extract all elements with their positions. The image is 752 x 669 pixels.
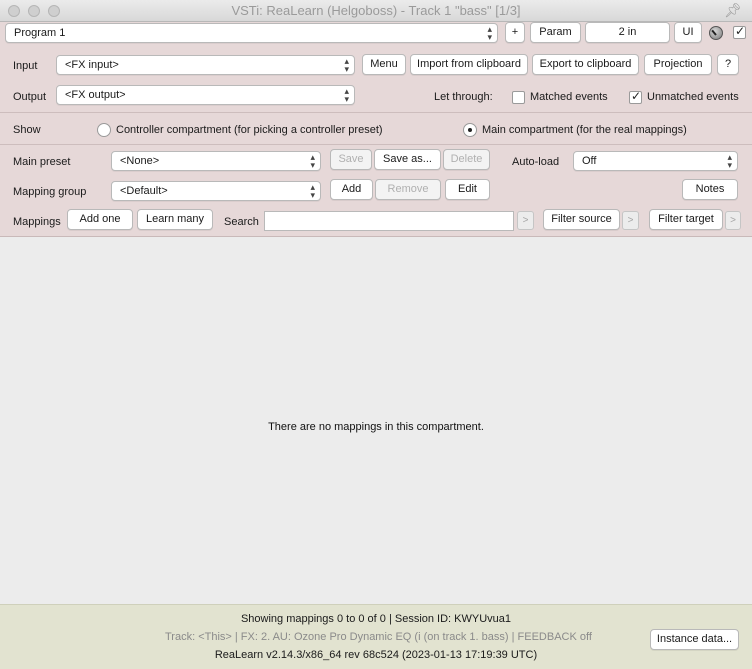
window-title: VSTi: ReaLearn (Helgoboss) - Track 1 "ba… — [231, 3, 521, 18]
param-button[interactable]: Param — [530, 22, 581, 43]
chevron-updown-icon: ▴ ▾ — [487, 24, 492, 42]
checkmark-icon: ✓ — [735, 24, 746, 38]
pin-icon[interactable]: 📌︎ — [724, 2, 742, 19]
delete-preset-button[interactable]: Delete — [443, 149, 490, 170]
matched-events-label: Matched events — [530, 91, 608, 103]
chevron-updown-icon: ▴ ▾ — [310, 182, 315, 200]
main-compartment-radio[interactable] — [463, 123, 477, 137]
notes-button[interactable]: Notes — [682, 179, 738, 200]
radio-dot-icon — [468, 128, 472, 132]
search-label: Search — [224, 216, 259, 228]
program-value: Program 1 — [14, 27, 66, 39]
input-select[interactable]: <FX input> ▴ ▾ — [56, 55, 355, 75]
mappings-summary: Showing mappings 0 to 0 of 0 | Session I… — [240, 613, 512, 625]
controller-compartment-label: Controller compartment (for picking a co… — [116, 124, 383, 136]
knob-icon[interactable] — [709, 26, 723, 40]
learn-many-button[interactable]: Learn many — [137, 209, 213, 230]
bypass-checkbox[interactable]: ✓ — [733, 24, 746, 39]
search-input[interactable] — [264, 211, 514, 231]
let-through-label: Let through: — [434, 91, 493, 103]
input-label: Input — [13, 60, 38, 72]
filter-target-arrow-button[interactable]: > — [725, 211, 741, 230]
status-footer: Showing mappings 0 to 0 of 0 | Session I… — [0, 604, 752, 669]
output-label: Output — [13, 91, 47, 103]
main-compartment-label: Main compartment (for the real mappings) — [482, 124, 687, 136]
remove-group-button[interactable]: Remove — [375, 179, 441, 200]
auto-load-select[interactable]: Off ▴ ▾ — [573, 151, 738, 171]
help-button[interactable]: ? — [717, 54, 739, 75]
input-value: <FX input> — [65, 59, 119, 71]
unmatched-events-label: Unmatched events — [647, 91, 739, 103]
save-preset-button[interactable]: Save — [330, 149, 372, 170]
matched-events-checkbox[interactable] — [512, 91, 525, 104]
program-select[interactable]: Program 1 ▴ ▾ — [5, 23, 498, 43]
empty-mappings-message: There are no mappings in this compartmen… — [268, 421, 484, 433]
title-bar: VSTi: ReaLearn (Helgoboss) - Track 1 "ba… — [0, 0, 752, 22]
divider — [0, 112, 752, 113]
search-clear-arrow-button[interactable]: > — [517, 211, 534, 230]
chevron-updown-icon: ▴ ▾ — [727, 152, 732, 170]
io-button[interactable]: 2 in — [585, 22, 670, 43]
auto-load-label: Auto-load — [512, 156, 560, 168]
main-preset-value: <None> — [120, 155, 160, 167]
filter-source-button[interactable]: Filter source — [543, 209, 620, 230]
mapping-group-select[interactable]: <Default> ▴ ▾ — [111, 181, 321, 201]
plugin-toolbar: Program 1 ▴ ▾ + Param 2 in UI ✓ — [0, 22, 752, 44]
checkmark-icon: ✓ — [631, 89, 642, 103]
filter-target-button[interactable]: Filter target — [649, 209, 723, 230]
auto-load-value: Off — [582, 155, 597, 167]
version-info: ReaLearn v2.14.3/x86_64 rev 68c524 (2023… — [214, 649, 538, 661]
main-preset-label: Main preset — [13, 156, 71, 168]
chevron-updown-icon: ▴ ▾ — [344, 56, 349, 74]
edit-group-button[interactable]: Edit — [445, 179, 490, 200]
show-label: Show — [13, 124, 41, 136]
ui-button[interactable]: UI — [674, 22, 702, 43]
instance-data-button[interactable]: Instance data... — [650, 629, 739, 650]
mapping-group-value: <Default> — [120, 185, 168, 197]
unmatched-events-checkbox[interactable]: ✓ — [629, 89, 642, 104]
add-one-button[interactable]: Add one — [67, 209, 133, 230]
save-as-preset-button[interactable]: Save as... — [374, 149, 441, 170]
add-program-button[interactable]: + — [505, 22, 525, 43]
track-fx-info: Track: <This> | FX: 2. AU: Ozone Pro Dyn… — [165, 631, 592, 643]
export-to-clipboard-button[interactable]: Export to clipboard — [532, 54, 639, 75]
filter-source-arrow-button[interactable]: > — [622, 211, 639, 230]
main-preset-select[interactable]: <None> ▴ ▾ — [111, 151, 321, 171]
output-value: <FX output> — [65, 89, 126, 101]
menu-button[interactable]: Menu — [362, 54, 406, 75]
mappings-label: Mappings — [13, 216, 61, 228]
divider — [0, 144, 752, 145]
projection-button[interactable]: Projection — [644, 54, 712, 75]
import-from-clipboard-button[interactable]: Import from clipboard — [410, 54, 528, 75]
chevron-updown-icon: ▴ ▾ — [310, 152, 315, 170]
chevron-updown-icon: ▴ ▾ — [344, 86, 349, 104]
add-group-button[interactable]: Add — [330, 179, 373, 200]
controller-compartment-radio[interactable] — [97, 123, 111, 137]
output-select[interactable]: <FX output> ▴ ▾ — [56, 85, 355, 105]
mapping-group-label: Mapping group — [13, 186, 87, 198]
